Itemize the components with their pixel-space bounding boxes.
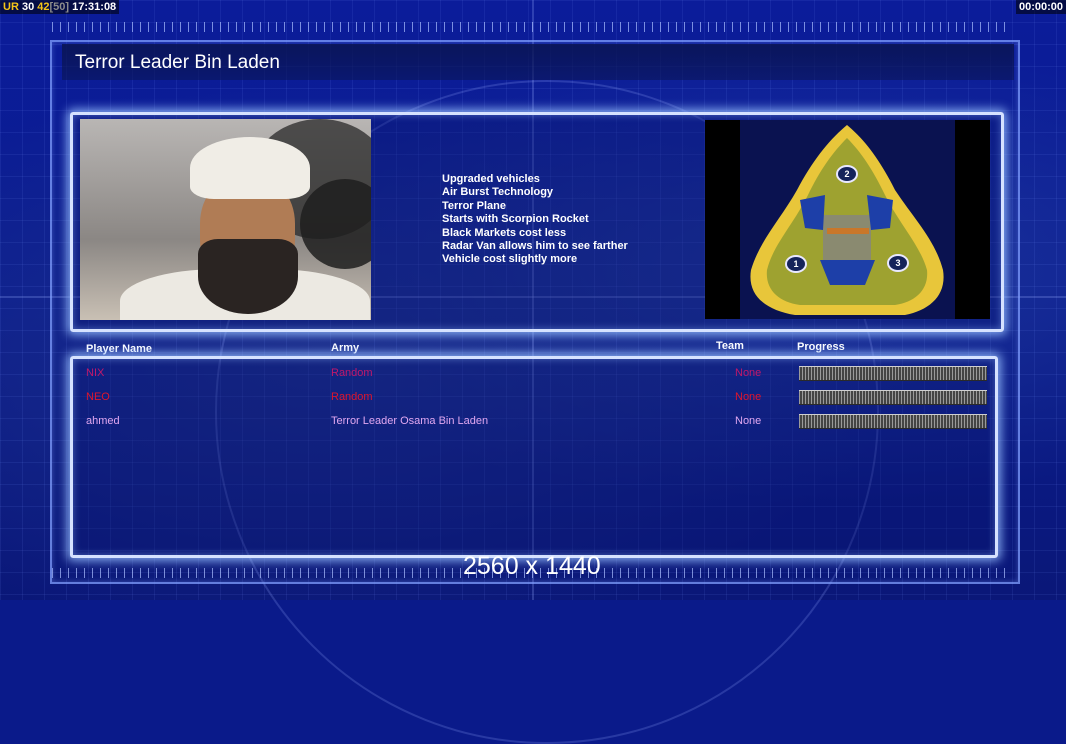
hud-clock: 17:31:08 xyxy=(72,1,117,13)
general-features-list: Upgraded vehicles Air Burst Technology T… xyxy=(442,173,628,267)
hud-value-a: 30 xyxy=(21,1,35,13)
player-team[interactable]: None xyxy=(735,415,761,427)
feature-line: Vehicle cost slightly more xyxy=(442,253,578,266)
map-terrain xyxy=(705,120,990,319)
player-progress-bar xyxy=(799,414,987,429)
map-preview[interactable]: 1 2 3 xyxy=(705,120,990,319)
player-army[interactable]: Random xyxy=(331,367,373,379)
page-title: Terror Leader Bin Laden xyxy=(75,52,280,73)
players-panel xyxy=(70,356,998,558)
feature-line: Upgraded vehicles xyxy=(442,173,540,185)
header-player-name: Player Name xyxy=(86,343,153,355)
hud-stats: UR 30 42[50] 17:31:08 xyxy=(0,0,120,14)
start-position-1[interactable]: 1 xyxy=(785,255,807,273)
player-team[interactable]: None xyxy=(735,367,761,379)
player-name: NEO xyxy=(86,391,110,403)
feature-line: Terror Plane xyxy=(442,199,506,212)
hud-prefix: UR xyxy=(3,1,19,13)
player-progress-bar xyxy=(799,390,987,405)
feature-line: Black Markets cost less xyxy=(442,226,567,239)
resolution-label: 2560 x 1440 xyxy=(463,552,601,580)
top-ruler xyxy=(52,22,1012,32)
feature-line: Air Burst Technology xyxy=(442,186,554,199)
hud-value-c: [50] xyxy=(49,1,70,13)
player-army[interactable]: Random xyxy=(331,391,373,403)
feature-line: Radar Van allows him to see farther xyxy=(442,240,628,253)
feature-line: Starts with Scorpion Rocket xyxy=(442,213,589,226)
header-army: Army xyxy=(331,342,360,354)
start-position-2[interactable]: 2 xyxy=(836,165,858,183)
hud-value-b: 42 xyxy=(37,1,50,13)
player-progress-bar xyxy=(799,366,987,381)
header-progress: Progress xyxy=(797,341,845,353)
player-army[interactable]: Terror Leader Osama Bin Laden xyxy=(331,415,488,427)
header-team: Team xyxy=(716,340,744,352)
turban xyxy=(190,137,310,199)
beard xyxy=(198,239,298,314)
player-name: NIX xyxy=(86,367,105,379)
hud-timer: 00:00:00 xyxy=(1015,0,1066,14)
general-portrait xyxy=(80,119,371,320)
player-team[interactable]: None xyxy=(735,391,761,403)
start-position-3[interactable]: 3 xyxy=(887,254,909,272)
player-name: ahmed xyxy=(86,415,120,427)
